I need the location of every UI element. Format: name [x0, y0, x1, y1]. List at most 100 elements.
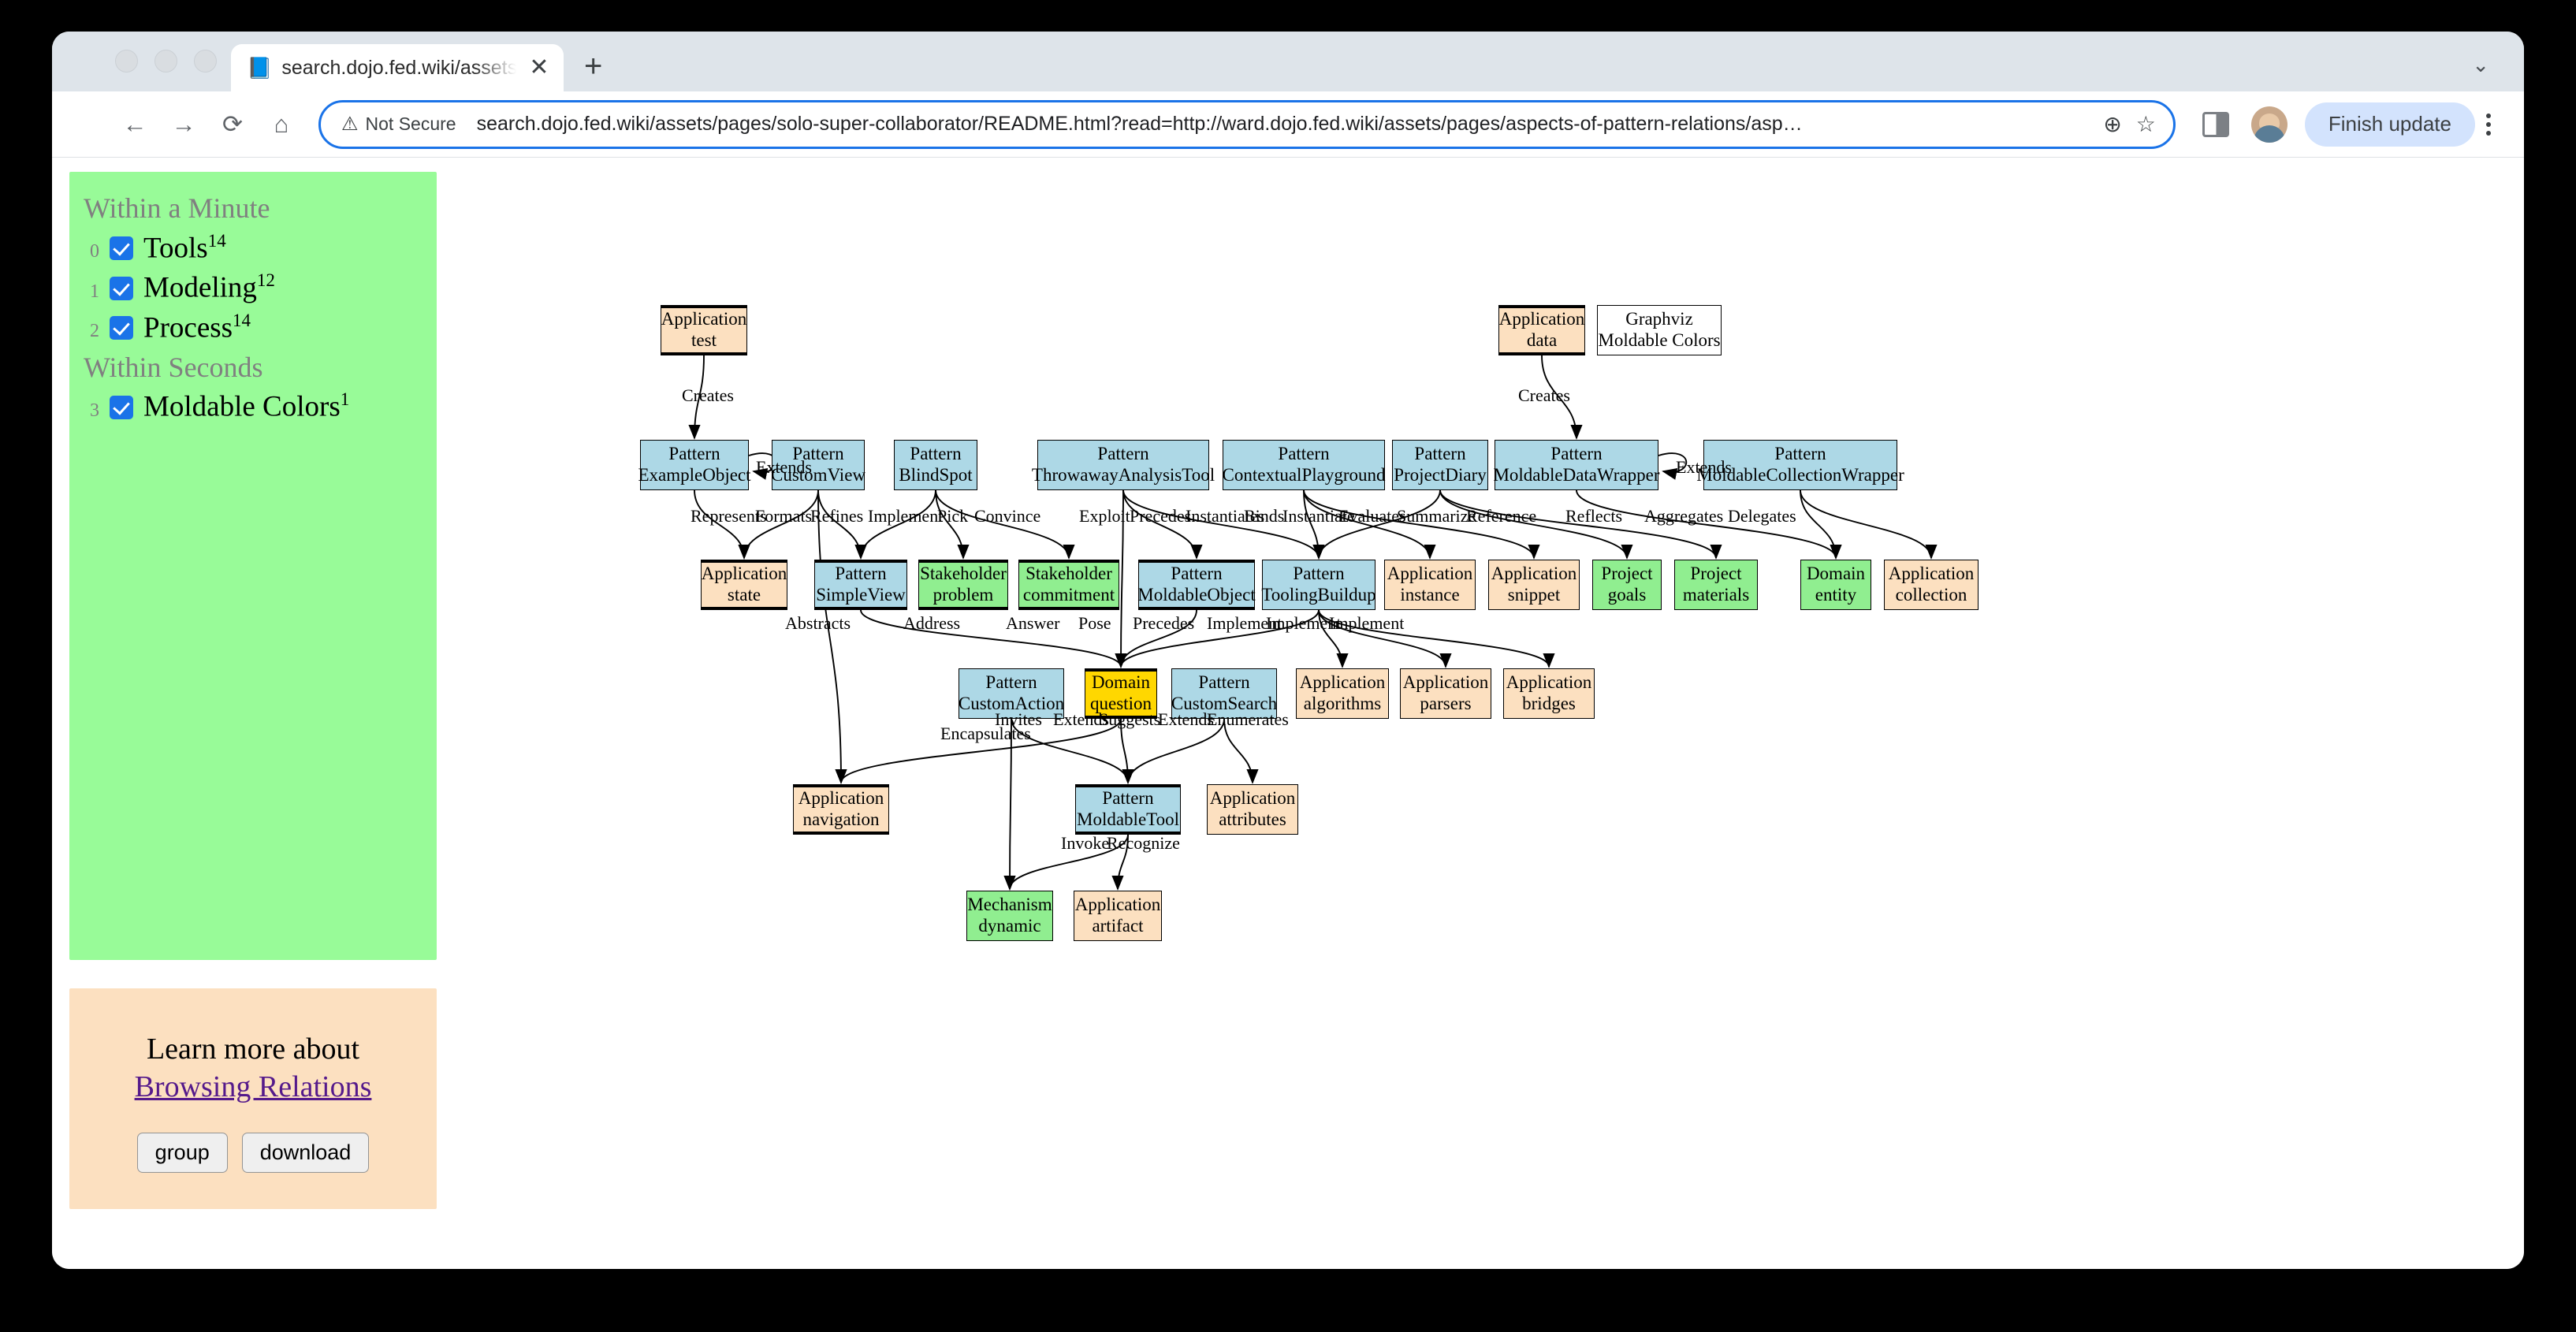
graph-node[interactable]: Graphviz Moldable Colors: [1597, 305, 1722, 355]
search-result-checkbox[interactable]: [110, 236, 133, 260]
graph-node[interactable]: Application attributes: [1207, 784, 1298, 835]
graph-node-line1: Application: [661, 309, 747, 329]
graph-node[interactable]: Pattern CustomView: [771, 440, 865, 490]
graph-node-line2: state: [727, 585, 761, 605]
graph-node-line1: Application: [1402, 672, 1489, 693]
search-result-index: 1: [90, 281, 99, 302]
learn-more-panel: Learn more about Browsing Relations grou…: [69, 988, 437, 1210]
graph-node[interactable]: Domain entity: [1800, 560, 1871, 610]
graph-node[interactable]: Application algorithms: [1296, 668, 1389, 719]
graph-node[interactable]: Stakeholder problem: [918, 560, 1008, 610]
close-window-button[interactable]: [115, 50, 138, 73]
browsing-relations-link[interactable]: Browsing Relations: [135, 1070, 372, 1104]
not-secure-badge[interactable]: ⚠ Not Secure: [341, 113, 456, 136]
graph-node[interactable]: Pattern CustomSearch: [1171, 668, 1277, 719]
graph-node-line1: Pattern: [792, 444, 844, 464]
graph-node[interactable]: Application state: [701, 560, 787, 610]
graph-node[interactable]: Application collection: [1884, 560, 1979, 610]
bookmark-star-icon[interactable]: ☆: [2136, 111, 2156, 137]
graph-node-line2: CustomAction: [958, 694, 1065, 713]
graph-node[interactable]: Pattern BlindSpot: [894, 440, 977, 490]
graph-node[interactable]: Application bridges: [1503, 668, 1595, 719]
search-result-checkbox[interactable]: [110, 395, 133, 419]
graph-node[interactable]: Application test: [661, 305, 747, 355]
search-group-heading: Within Seconds: [84, 351, 263, 383]
graph-node-line2: attributes: [1219, 809, 1286, 829]
maximize-window-button[interactable]: [194, 50, 217, 73]
graph-node[interactable]: Pattern MoldableObject: [1137, 560, 1256, 610]
kebab-menu-icon[interactable]: [2480, 113, 2497, 136]
tab-title: search.dojo.fed.wiki/assets/p: [281, 56, 516, 79]
graph-node-line1: Pattern: [1171, 564, 1223, 584]
search-result-row[interactable]: 2 Process14: [84, 308, 424, 348]
graph-node[interactable]: Application instance: [1384, 560, 1476, 610]
side-panel-icon[interactable]: [2202, 111, 2229, 137]
browser-tab[interactable]: 📘 search.dojo.fed.wiki/assets/p ✕: [231, 44, 564, 91]
group-button[interactable]: group: [136, 1133, 228, 1174]
address-bar[interactable]: ⚠ Not Secure search.dojo.fed.wiki/assets…: [318, 99, 2176, 149]
close-icon[interactable]: ✕: [526, 56, 553, 80]
finish-update-button[interactable]: Finish update: [2304, 102, 2475, 147]
graph-node[interactable]: Pattern ThrowawayAnalysisTool: [1032, 440, 1215, 490]
graph-node-line2: ExampleObject: [638, 465, 751, 485]
graph-edge: [1800, 489, 1938, 560]
avatar[interactable]: [2250, 106, 2288, 143]
search-result-label[interactable]: Tools14: [143, 229, 226, 269]
graph-node-line1: Pattern: [910, 444, 962, 464]
forward-button[interactable]: →: [159, 100, 208, 149]
pattern-relations-graph: Application test Pattern ExampleObject Patte…: [454, 158, 2496, 1269]
graph-node[interactable]: Pattern CustomAction: [959, 668, 1064, 719]
search-result-label[interactable]: Modeling12: [143, 268, 275, 308]
search-result-label[interactable]: Process14: [143, 308, 251, 348]
graph-node[interactable]: Application parsers: [1400, 668, 1491, 719]
graph-node[interactable]: Application snippet: [1488, 560, 1580, 610]
graph-node[interactable]: Pattern ProjectDiary: [1392, 440, 1488, 490]
search-result-index: 0: [90, 241, 99, 262]
new-tab-button[interactable]: +: [584, 50, 602, 82]
graph-node[interactable]: Application artifact: [1074, 891, 1162, 941]
search-result-row[interactable]: 3 Moldable Colors1: [84, 387, 424, 427]
graph-node-line2: ThrowawayAnalysisTool: [1031, 465, 1215, 485]
browser-toolbar: ← → ⟳ ⌂ ⚠ Not Secure search.dojo.fed.wik…: [52, 91, 2524, 158]
home-button[interactable]: ⌂: [257, 100, 306, 149]
graph-node-line1: Pattern: [668, 444, 720, 464]
search-result-checkbox[interactable]: [110, 316, 133, 340]
minimize-window-button[interactable]: [154, 50, 177, 73]
graph-node-line2: MoldableDataWrapper: [1493, 465, 1660, 485]
graph-node-line1: Domain: [1091, 672, 1151, 693]
search-result-row[interactable]: 1 Modeling12: [84, 268, 424, 308]
chevron-down-icon[interactable]: ⌄: [2472, 53, 2489, 77]
graph-edge: [1223, 718, 1259, 784]
graph-node-line2: commitment: [1022, 585, 1115, 605]
graph-node-line1: Mechanism: [967, 895, 1052, 915]
graph-node-line1: Application: [1074, 895, 1161, 915]
graph-node[interactable]: Pattern MoldableCollectionWrapper: [1696, 440, 1904, 490]
graph-node-line1: Application: [1888, 564, 1975, 584]
graph-node[interactable]: Project materials: [1674, 560, 1758, 610]
not-secure-label: Not Secure: [365, 113, 456, 134]
reload-button[interactable]: ⟳: [208, 100, 257, 149]
graph-node[interactable]: Pattern MoldableDataWrapper: [1493, 440, 1660, 490]
graph-node-line2: navigation: [802, 809, 880, 829]
graph-node[interactable]: Project goals: [1592, 560, 1662, 610]
back-button[interactable]: ←: [110, 100, 159, 149]
graph-node[interactable]: Pattern SimpleView: [814, 560, 907, 610]
graph-edge: [1312, 489, 1441, 560]
search-result-checkbox[interactable]: [110, 276, 133, 300]
graph-node[interactable]: Stakeholder commitment: [1018, 560, 1119, 610]
url-text[interactable]: search.dojo.fed.wiki/assets/pages/solo-s…: [477, 113, 2090, 136]
zoom-search-icon[interactable]: ⊕: [2103, 111, 2121, 137]
graph-node[interactable]: Application navigation: [793, 784, 889, 835]
search-result-label[interactable]: Moldable Colors1: [143, 387, 349, 427]
graph-node[interactable]: Pattern ExampleObject: [638, 440, 751, 490]
search-result-row[interactable]: 0 Tools14: [84, 229, 424, 269]
graph-node[interactable]: Pattern ContextualPlayground: [1223, 440, 1386, 490]
graph-edge: [835, 718, 1122, 784]
download-button[interactable]: download: [241, 1133, 370, 1174]
graph-node-line1: Pattern: [1097, 444, 1149, 464]
graph-node[interactable]: Domain question: [1085, 668, 1157, 719]
graph-node[interactable]: Mechanism dynamic: [966, 891, 1053, 941]
graph-node[interactable]: Pattern MoldableTool: [1075, 784, 1181, 835]
graph-node[interactable]: Pattern ToolingBuildup: [1261, 560, 1376, 610]
graph-node[interactable]: Application data: [1498, 305, 1585, 355]
